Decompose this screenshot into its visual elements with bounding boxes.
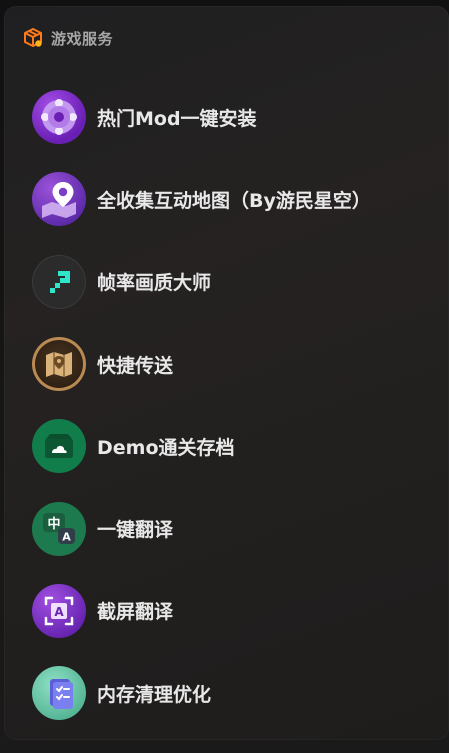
service-item-quick-teleport[interactable]: 快捷传送 xyxy=(32,323,442,405)
screen: 游戏服务 热门Mod一键安装 全收集互动地图（By游民星空） 帧率画质大师 快捷… xyxy=(0,0,449,753)
service-list: 热门Mod一键安装 全收集互动地图（By游民星空） 帧率画质大师 快捷传送 De… xyxy=(32,76,442,734)
service-item-screenshot-translate[interactable]: A 截屏翻译 xyxy=(32,570,442,652)
svg-text:A: A xyxy=(62,530,71,543)
service-item-memory-clean[interactable]: 内存清理优化 xyxy=(32,652,442,734)
service-item-one-click-translate[interactable]: 中 A 一键翻译 xyxy=(32,487,442,569)
translate-chat-icon: 中 A xyxy=(32,501,86,556)
service-label: 快捷传送 xyxy=(97,354,174,377)
service-item-mod-install[interactable]: 热门Mod一键安装 xyxy=(32,76,442,158)
mod-gear-icon xyxy=(32,90,86,145)
service-label: 热门Mod一键安装 xyxy=(97,107,257,130)
svg-text:A: A xyxy=(54,605,64,619)
game-services-panel: 游戏服务 热门Mod一键安装 全收集互动地图（By游民星空） 帧率画质大师 快捷… xyxy=(4,6,449,740)
service-label: 全收集互动地图（By游民星空） xyxy=(97,189,371,212)
map-pin-icon xyxy=(32,172,86,227)
save-folder-icon xyxy=(32,419,86,474)
panel-title: 游戏服务 xyxy=(51,29,114,48)
memory-clean-icon xyxy=(32,666,86,721)
game-box-icon xyxy=(22,27,44,49)
fps-arrow-icon xyxy=(32,254,86,309)
service-label: 一键翻译 xyxy=(97,519,174,542)
screenshot-translate-icon: A xyxy=(32,583,86,638)
service-label: 内存清理优化 xyxy=(97,683,212,706)
service-item-demo-save[interactable]: Demo通关存档 xyxy=(32,405,442,487)
service-label: Demo通关存档 xyxy=(97,436,235,459)
service-item-interactive-map[interactable]: 全收集互动地图（By游民星空） xyxy=(32,158,442,240)
service-label: 截屏翻译 xyxy=(97,601,174,624)
teleport-map-icon xyxy=(32,337,86,392)
svg-text:中: 中 xyxy=(47,516,60,532)
service-label: 帧率画质大师 xyxy=(97,272,212,295)
service-item-fps-master[interactable]: 帧率画质大师 xyxy=(32,241,442,323)
panel-header: 游戏服务 xyxy=(22,26,113,50)
